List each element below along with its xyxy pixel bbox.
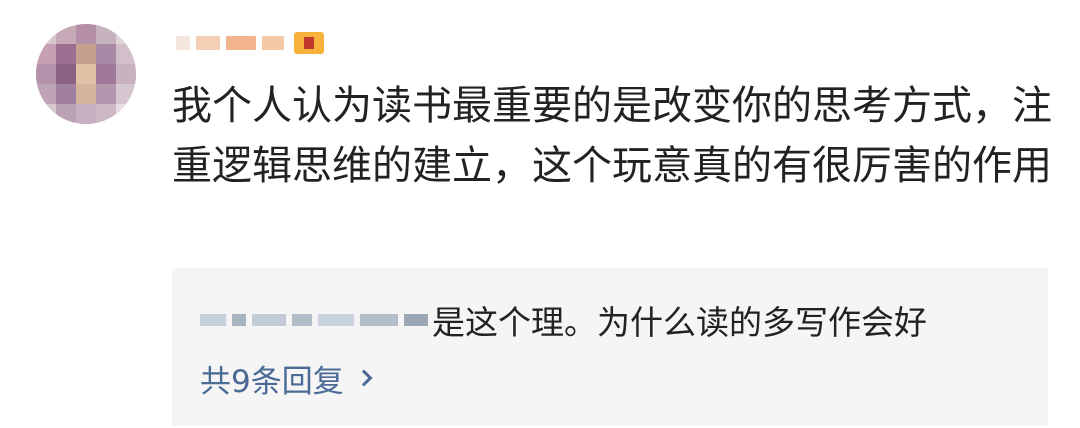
level-badge-icon <box>294 32 324 54</box>
comment-text: 我个人认为读书最重要的是改变你的思考方式，注重逻辑思维的建立，这个玩意真的有很厉… <box>172 83 1052 189</box>
username-mosaic <box>176 36 190 50</box>
reply-preview-text: 是这个理。为什么读的多写作会好 <box>432 303 927 342</box>
username[interactable] <box>176 26 324 60</box>
reply-count-label: 共9条回复 <box>200 363 344 400</box>
reply-username[interactable] <box>200 314 428 326</box>
view-replies-link[interactable]: 共9条回复 <box>200 356 373 400</box>
username-mosaic <box>226 36 256 50</box>
reply-preview-line: 是这个理。为什么读的多写作会好 <box>200 298 927 342</box>
chevron-right-icon <box>355 369 373 387</box>
reply-preview[interactable]: 是这个理。为什么读的多写作会好 共9条回复 <box>172 268 1048 426</box>
comment-item: 我个人认为读书最重要的是改变你的思考方式，注重逻辑思维的建立，这个玩意真的有很厉… <box>0 0 1080 428</box>
username-mosaic <box>196 36 220 50</box>
avatar[interactable] <box>36 24 136 124</box>
username-mosaic <box>262 36 284 50</box>
